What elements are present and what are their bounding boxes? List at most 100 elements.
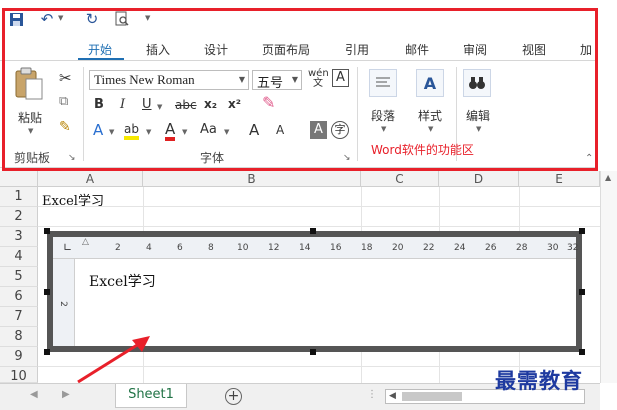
text-effects-dropdown-icon[interactable]: ▼ xyxy=(109,128,114,136)
font-name-select[interactable]: Times New Roman ▼ xyxy=(89,70,249,90)
sheet-tab-sheet1[interactable]: Sheet1 xyxy=(115,384,187,408)
underline-button[interactable]: U xyxy=(142,97,152,112)
styles-dropdown-icon[interactable]: ▼ xyxy=(428,125,433,133)
shrink-font-button[interactable]: A xyxy=(276,123,284,137)
vruler-tick: 2 xyxy=(57,301,68,307)
add-sheet-button[interactable]: + xyxy=(225,388,242,405)
resize-handle[interactable] xyxy=(44,289,50,295)
resize-handle[interactable] xyxy=(44,349,50,355)
row-header[interactable]: 5 xyxy=(0,267,38,287)
text-effects-button[interactable]: A xyxy=(93,121,103,139)
paste-button[interactable]: 粘贴 xyxy=(18,109,42,126)
column-header[interactable]: B xyxy=(143,171,361,187)
resize-handle[interactable] xyxy=(579,228,585,234)
ruler-tick: 2 xyxy=(115,243,121,253)
change-case-dropdown-icon[interactable]: ▼ xyxy=(224,128,229,136)
font-size-select[interactable]: 五号 ▼ xyxy=(252,70,302,91)
underline-dropdown-icon[interactable]: ▼ xyxy=(157,103,162,111)
change-case-button[interactable]: Aa xyxy=(200,122,217,137)
prev-sheet-icon[interactable]: ◀ xyxy=(30,389,38,400)
strikethrough-button[interactable]: abc xyxy=(175,98,197,112)
next-sheet-icon[interactable]: ▶ xyxy=(62,389,70,400)
clipboard-launcher-icon[interactable]: ↘ xyxy=(68,153,76,163)
group-separator xyxy=(83,67,84,161)
font-launcher-icon[interactable]: ↘ xyxy=(343,153,351,163)
enclose-chars-button[interactable]: 字 xyxy=(331,121,349,139)
clear-formatting-icon[interactable]: ✎ xyxy=(262,93,275,112)
row-header[interactable]: 8 xyxy=(0,327,38,347)
tab-addins[interactable]: 加 xyxy=(580,41,592,58)
paragraph-dropdown-icon[interactable]: ▼ xyxy=(381,125,386,133)
char-border-icon[interactable]: A xyxy=(332,69,349,87)
customize-qat-icon[interactable]: ▼ xyxy=(145,14,150,22)
row-header[interactable]: 1 xyxy=(0,187,38,207)
horizontal-ruler[interactable]: ∟ △ 2 4 6 8 10 12 14 16 18 20 22 24 26 2… xyxy=(53,237,579,259)
highlight-button[interactable]: ab xyxy=(124,122,139,140)
print-preview-icon[interactable] xyxy=(113,10,131,28)
cell-a1[interactable]: Excel学习 xyxy=(42,190,104,209)
resize-handle[interactable] xyxy=(310,349,316,355)
column-header[interactable]: A xyxy=(38,171,143,187)
tab-home[interactable]: 开始 xyxy=(88,41,112,58)
scroll-thumb[interactable] xyxy=(402,392,462,401)
tab-view[interactable]: 视图 xyxy=(522,41,546,58)
save-icon[interactable] xyxy=(7,10,25,28)
editing-dropdown-icon[interactable]: ▼ xyxy=(476,125,481,133)
row-header[interactable]: 9 xyxy=(0,347,38,367)
undo-icon[interactable]: ↶ xyxy=(38,10,56,28)
scroll-up-icon[interactable]: ▲ xyxy=(605,173,611,182)
paste-icon[interactable] xyxy=(13,67,45,103)
tab-page-layout[interactable]: 页面布局 xyxy=(262,41,310,58)
format-painter-icon[interactable]: ✎ xyxy=(59,119,71,135)
column-header[interactable]: E xyxy=(519,171,600,187)
row-header[interactable]: 6 xyxy=(0,287,38,307)
cut-icon[interactable]: ✂ xyxy=(59,69,72,87)
row-header[interactable]: 10 xyxy=(0,367,38,384)
split-handle-icon[interactable]: ⋮ xyxy=(367,389,377,400)
tab-insert[interactable]: 插入 xyxy=(146,41,170,58)
subscript-button[interactable]: x₂ xyxy=(204,97,217,111)
row-header[interactable]: 3 xyxy=(0,227,38,247)
font-color-button[interactable]: A xyxy=(165,121,176,141)
redo-icon[interactable]: ↻ xyxy=(83,10,101,28)
grow-font-button[interactable]: A xyxy=(249,121,259,139)
resize-handle[interactable] xyxy=(310,228,316,234)
editing-button[interactable]: 编辑 xyxy=(466,107,490,124)
row-header[interactable]: 4 xyxy=(0,247,38,267)
paste-dropdown-icon[interactable]: ▼ xyxy=(28,127,33,135)
ruler-tick: 32 xyxy=(567,243,579,253)
italic-button[interactable]: I xyxy=(120,97,125,112)
watermark-text: 最需教育 xyxy=(495,368,583,393)
resize-handle[interactable] xyxy=(44,228,50,234)
styles-icon[interactable]: A xyxy=(416,69,444,97)
tab-review[interactable]: 审阅 xyxy=(463,41,487,58)
column-header[interactable]: C xyxy=(361,171,439,187)
vertical-scrollbar[interactable]: ▲ xyxy=(600,171,617,383)
undo-dropdown-icon[interactable]: ▼ xyxy=(58,14,63,22)
indent-marker-icon[interactable]: △ xyxy=(82,237,89,247)
scroll-left-icon[interactable]: ◀ xyxy=(389,391,396,401)
row-header[interactable]: 7 xyxy=(0,307,38,327)
resize-handle[interactable] xyxy=(579,349,585,355)
tab-design[interactable]: 设计 xyxy=(204,41,228,58)
font-color-dropdown-icon[interactable]: ▼ xyxy=(182,128,187,136)
select-all-corner[interactable] xyxy=(0,171,38,187)
paragraph-button[interactable]: 段落 xyxy=(371,107,395,124)
word-document-text[interactable]: Excel学习 xyxy=(89,271,156,291)
phonetic-guide-icon[interactable]: wén 文 xyxy=(308,69,329,89)
row-header[interactable]: 2 xyxy=(0,207,38,227)
bold-button[interactable]: B xyxy=(94,97,104,112)
column-header[interactable]: D xyxy=(439,171,519,187)
tab-mailings[interactable]: 邮件 xyxy=(405,41,429,58)
styles-button[interactable]: 样式 xyxy=(418,107,442,124)
tab-references[interactable]: 引用 xyxy=(345,41,369,58)
char-shading-button[interactable]: A xyxy=(310,121,327,139)
tab-stop-icon[interactable]: ∟ xyxy=(63,241,72,254)
paragraph-icon[interactable] xyxy=(369,69,397,97)
collapse-ribbon-icon[interactable]: ⌃ xyxy=(585,153,593,164)
highlight-dropdown-icon[interactable]: ▼ xyxy=(146,128,151,136)
binoculars-icon[interactable] xyxy=(463,69,491,97)
superscript-button[interactable]: x² xyxy=(228,97,241,111)
resize-handle[interactable] xyxy=(579,289,585,295)
copy-icon[interactable]: ⧉ xyxy=(59,94,68,109)
